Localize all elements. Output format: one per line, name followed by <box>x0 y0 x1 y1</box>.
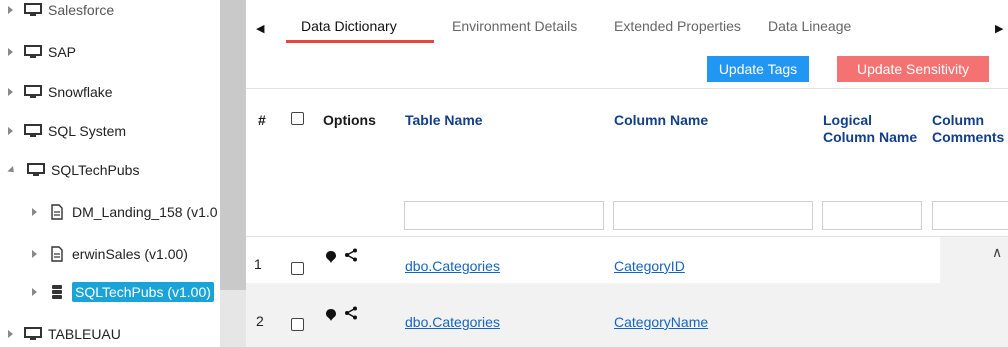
tree-item-label: DM_Landing_158 (v1.0 <box>72 204 218 220</box>
document-icon <box>47 204 67 220</box>
header-logical-line2: Column Name <box>823 129 918 145</box>
tab-environment-details[interactable]: Environment Details <box>452 18 577 34</box>
table-name-link[interactable]: dbo.Categories <box>405 314 500 330</box>
header-comments-line2: Comments <box>932 129 1005 145</box>
column-name-filter-input[interactable] <box>613 201 813 230</box>
column-name-link[interactable]: CategoryID <box>614 258 685 274</box>
row-checkbox[interactable] <box>291 262 304 275</box>
tree-scrollbar-thumb[interactable] <box>220 0 246 290</box>
tag-icon[interactable] <box>326 250 336 266</box>
row-checkbox[interactable] <box>291 318 304 331</box>
tree-item-label: SQLTechPubs <box>51 162 140 178</box>
tree-scrollbar[interactable] <box>220 0 246 347</box>
tree-item-label: TABLEUAU <box>48 326 121 342</box>
table-name-filter-input[interactable] <box>404 201 604 230</box>
tree-item-dm-landing[interactable]: DM_Landing_158 (v1.0 <box>32 198 218 226</box>
tree-item-label: Salesforce <box>48 2 115 18</box>
expand-caret-icon[interactable] <box>32 288 37 296</box>
expand-caret-icon[interactable] <box>8 127 13 135</box>
expand-caret-icon[interactable] <box>8 48 13 56</box>
header-row-number: # <box>258 112 266 128</box>
tree-item-sap[interactable]: SAP <box>8 38 76 66</box>
tree-item-snowflake[interactable]: Snowflake <box>8 78 113 106</box>
tree-item-label: SAP <box>48 44 77 60</box>
table-name-link[interactable]: dbo.Categories <box>405 258 500 274</box>
scroll-up-icon[interactable]: ∧ <box>992 244 1002 261</box>
tree-item-label: SQLTechPubs (v1.00) <box>72 282 214 302</box>
model-tree: Salesforce SAP Snowflake SQL System SQLT… <box>0 0 220 347</box>
share-icon[interactable] <box>345 248 357 265</box>
tab-data-lineage[interactable]: Data Lineage <box>768 18 851 34</box>
monitor-icon <box>23 84 43 100</box>
tab-scroll-right-icon[interactable]: ▶ <box>995 22 1003 35</box>
expand-caret-icon[interactable] <box>8 6 13 14</box>
tree-item-sql-system[interactable]: SQL System <box>8 117 126 145</box>
collapse-caret-icon[interactable] <box>7 165 17 175</box>
monitor-icon <box>23 2 43 18</box>
header-logical-line1: Logical <box>823 112 873 128</box>
tree-item-erwinsales[interactable]: erwinSales (v1.00) <box>32 240 188 268</box>
header-column-name[interactable]: Column Name <box>614 112 708 129</box>
tab-scroll-left-icon[interactable]: ◀ <box>256 22 264 35</box>
header-comments-line1: Column <box>932 112 985 128</box>
monitor-icon <box>23 44 43 60</box>
monitor-icon <box>26 162 46 178</box>
row-number: 2 <box>256 313 264 329</box>
tree-item-sqltechpubs-model[interactable]: SQLTechPubs (v1.00) <box>32 278 214 306</box>
header-logical-column-name[interactable]: Logical Column Name <box>823 112 917 146</box>
tree-item-label: erwinSales (v1.00) <box>72 246 188 262</box>
select-all-checkbox[interactable] <box>291 112 304 125</box>
tree-item-sqltechpubs[interactable]: SQLTechPubs <box>7 156 140 184</box>
toolbar-divider <box>246 88 1008 89</box>
header-table-name[interactable]: Table Name <box>405 112 483 129</box>
data-dictionary-panel: ◀ Data Dictionary Environment Details Ex… <box>246 0 1008 347</box>
logical-column-filter-input[interactable] <box>822 201 922 230</box>
active-tab-indicator <box>286 40 434 43</box>
tab-extended-properties[interactable]: Extended Properties <box>614 18 741 34</box>
expand-caret-icon[interactable] <box>8 330 13 338</box>
expand-caret-icon[interactable] <box>32 208 37 216</box>
row-number: 1 <box>254 256 262 272</box>
tab-bar: ◀ Data Dictionary Environment Details Ex… <box>246 0 1008 44</box>
share-icon[interactable] <box>345 306 357 323</box>
monitor-icon <box>23 123 43 139</box>
column-comments-filter-input[interactable] <box>932 201 1008 230</box>
update-tags-button[interactable]: Update Tags <box>707 56 809 82</box>
tag-icon[interactable] <box>326 308 336 324</box>
column-name-link[interactable]: CategoryName <box>614 314 708 330</box>
update-sensitivity-button[interactable]: Update Sensitivity <box>837 56 989 82</box>
database-icon <box>47 284 67 300</box>
header-options: Options <box>323 112 376 128</box>
tree-item-tableuau[interactable]: TABLEUAU <box>8 320 121 347</box>
header-column-comments[interactable]: Column Comments <box>932 112 1004 146</box>
document-icon <box>47 246 67 262</box>
tree-item-label: SQL System <box>48 123 127 139</box>
monitor-icon <box>23 326 43 342</box>
expand-caret-icon[interactable] <box>32 250 37 258</box>
tree-item-label: Snowflake <box>48 84 113 100</box>
expand-caret-icon[interactable] <box>8 88 13 96</box>
tab-data-dictionary[interactable]: Data Dictionary <box>301 18 397 34</box>
grid-divider <box>246 236 1008 237</box>
tree-item-salesforce[interactable]: Salesforce <box>8 0 114 24</box>
